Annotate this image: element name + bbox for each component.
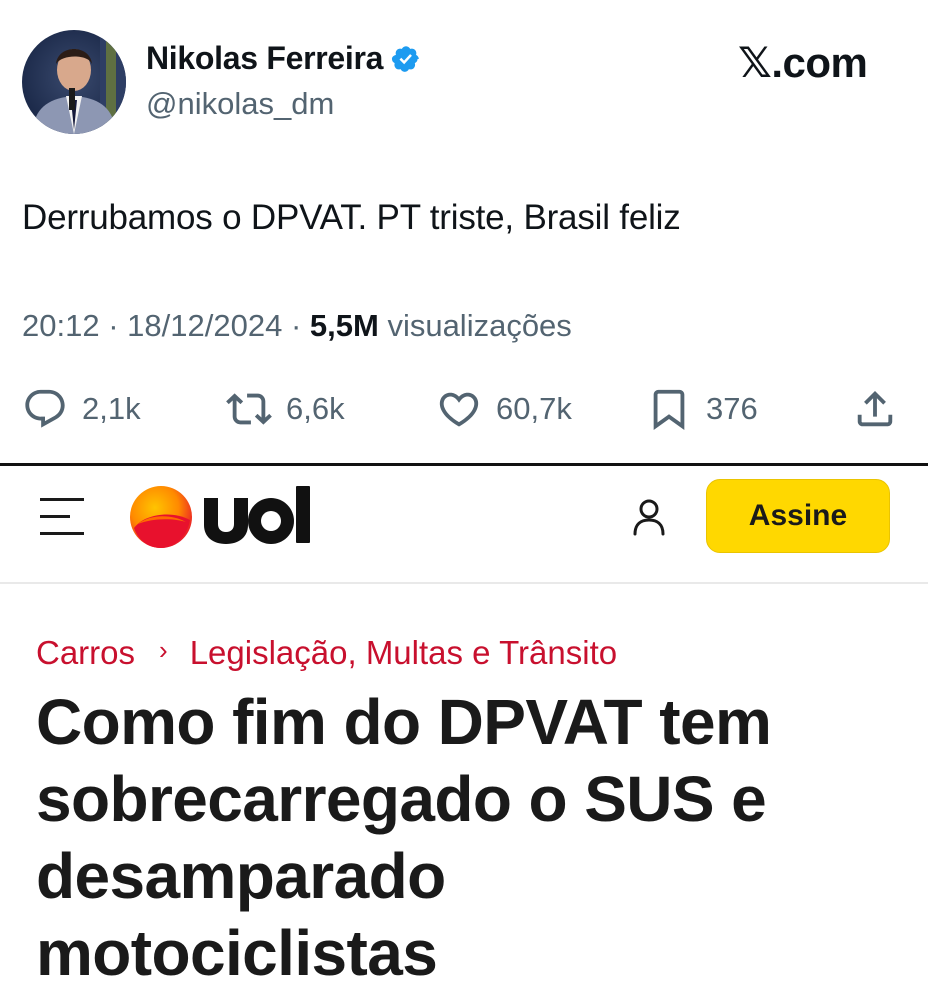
views-label: visualizações: [387, 308, 572, 343]
reply-icon: [25, 389, 65, 428]
uol-logo[interactable]: [128, 484, 312, 550]
article-headline: Como fim do DPVAT tem sobrecarregado o S…: [36, 684, 916, 992]
verified-badge-icon: [391, 44, 421, 74]
meta-separator: ·: [108, 308, 119, 343]
breadcrumb-item-carros[interactable]: Carros: [36, 634, 135, 672]
bookmark-icon: [653, 389, 685, 430]
x-brand-suffix: .com: [771, 39, 868, 86]
breadcrumb-item-legislacao[interactable]: Legislação, Multas e Trânsito: [190, 634, 617, 672]
like-icon: [439, 392, 479, 427]
tweet-card: Nikolas Ferreira @nikolas_dm 𝕏.com Derru…: [0, 0, 928, 464]
bookmark-count: 376: [706, 391, 758, 426]
views-count: 5,5M: [309, 308, 379, 343]
reply-count: 2,1k: [82, 391, 141, 426]
like-button[interactable]: 60,7k: [436, 384, 572, 434]
author-name-row: Nikolas Ferreira: [146, 40, 421, 77]
author-avatar[interactable]: [22, 30, 126, 134]
tweet-actions: 2,1k 6,6k 60,7k 376: [0, 384, 928, 434]
repost-count: 6,6k: [286, 391, 345, 426]
repost-icon: [226, 393, 272, 425]
share-icon: [857, 390, 893, 427]
author-name[interactable]: Nikolas Ferreira: [146, 40, 383, 77]
tweet-meta: 20:12 · 18/12/2024 · 5,5M visualizações: [22, 308, 572, 344]
headline-line: motociclistas: [36, 917, 438, 989]
headline-line: Como fim do DPVAT tem: [36, 686, 772, 758]
user-icon[interactable]: [632, 498, 666, 536]
reply-button[interactable]: 2,1k: [22, 384, 141, 434]
bookmark-button[interactable]: 376: [646, 384, 758, 434]
like-count: 60,7k: [496, 391, 572, 426]
meta-separator: ·: [290, 308, 302, 343]
author-handle[interactable]: @nikolas_dm: [146, 86, 334, 122]
repost-button[interactable]: 6,6k: [226, 384, 345, 434]
share-button[interactable]: [852, 386, 898, 432]
breadcrumb-chevron-icon: ›: [159, 634, 168, 665]
x-logo-icon: 𝕏: [738, 38, 772, 87]
tweet-text: Derrubamos o DPVAT. PT triste, Brasil fe…: [22, 198, 681, 237]
tweet-time[interactable]: 20:12: [22, 308, 100, 343]
menu-icon[interactable]: [40, 496, 86, 538]
tweet-date[interactable]: 18/12/2024: [127, 308, 282, 343]
subscribe-button[interactable]: Assine: [706, 479, 890, 553]
headline-line: desamparado: [36, 840, 446, 912]
x-brand-logo: 𝕏.com: [738, 38, 868, 87]
breadcrumb: Carros › Legislação, Multas e Trânsito: [36, 634, 617, 672]
headline-line: sobrecarregado o SUS e: [36, 763, 767, 835]
